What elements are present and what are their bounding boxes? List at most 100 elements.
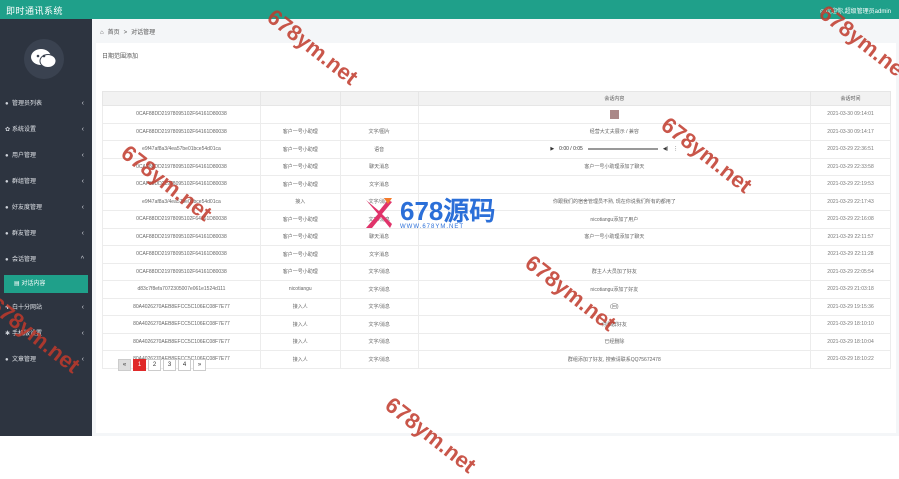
table-cell: 2021-03-29 22:11:57 [810,227,891,246]
pagination-page-button[interactable]: 1 [133,359,146,371]
pagination-page-button[interactable]: 3 [163,359,176,371]
table-row[interactable]: 80A4026270AEB8EFCC5C106EC08F7E77接入人文字/消息… [102,332,891,351]
table-row[interactable]: 0CAF88DD21978095102F64161D80038 2021-03-3… [102,105,891,124]
table-row[interactable]: 0CAF88DD21978095102F64161D80038 客户一号小助理 聊天… [102,227,891,246]
table-cell: 80A4026270AEB8EFCC5C106EC08F7E77 [102,315,261,334]
table-row[interactable]: 0CAF88DD21978095102F64161D80038 客户一号小助理 文字… [102,262,891,281]
table-cell: 2021-03-29 18:10:10 [810,315,891,334]
table-cell: 2021-03-29 22:05:54 [810,262,891,281]
table-cell: 2021-03-29 22:36:51 [810,140,891,159]
filter-label: 日期范围添加 [102,54,139,60]
table-cell: 群主人大员加了好友 [417,262,812,281]
sidebar-item[interactable]: ✿ 系统设置 ‹ [0,117,92,143]
table-cell: 2021-03-29 18:10:04 [810,332,891,351]
column-header: 会话时间 [810,91,891,106]
table-cell: 客户一号小助理 [259,140,341,159]
content-panel: 日期范围添加 会话内容 会话时间 0CAF88DD21978095102F6416… [96,43,896,433]
table-row[interactable]: 0CAF88DD21978095102F64161D80038 客户一号小助理 文字… [102,245,891,264]
message-image-thumbnail [417,105,812,124]
table-cell: 经营大丈夫展示 / 兼容 [417,122,812,141]
table-cell: d83c7f8efa7072305007e061e1524d111 [102,280,261,299]
table-cell: 文字/消息 [339,332,419,351]
more-icon[interactable]: ⋮ [673,146,678,152]
volume-icon[interactable]: ◀) [663,146,669,152]
audio-player[interactable]: ▶ 0:00 / 0:05 ◀) ⋮ [550,146,678,152]
table-row[interactable]: e9f47af8a3/4ea57be01bce54d01ca 客户一号小助理 语音 ▶… [102,140,891,159]
sidebar-item[interactable]: ● 管理员列表 ‹ [0,91,92,117]
sidebar: ● 管理员列表 ‹ ✿ 系统设置 ‹ ● 用户管理 ‹ ● 群组管理 ‹ ● 好友度管理 ‹ ● 群友管理 ‹ ● 会… [0,19,92,436]
table-cell: 群组添加了好友, 搜索请联系QQ75672478 [417,350,812,369]
table-row[interactable]: d83c7f8efa7072305007e061e1524d111 nicotia… [102,280,891,299]
chevron-icon: ‹ [81,304,84,311]
sidebar-item[interactable]: ● 群友管理 ‹ [0,221,92,247]
table-cell: 已经删除 [417,332,812,351]
table-row[interactable]: 0CAF88DD21978095102F64161D80038 客户一号小助理 文字… [102,122,891,141]
column-header [259,91,341,106]
chevron-icon: ‹ [81,152,84,159]
table-cell: e9f47af8a3/4ea57be01bce54d01ca [102,140,261,159]
table-cell: 客户一号小助理添加了聊天 [417,227,812,246]
play-icon[interactable]: ▶ [550,146,554,152]
sidebar-item[interactable]: ✱ 手机版设置 ‹ [0,321,92,347]
chevron-icon: ‹ [81,204,84,211]
table-cell: 2021-03-29 21:03:18 [810,280,891,299]
chat-icon: ● [5,257,9,263]
table-cell: 0CAF88DD21978095102F64161D80038 [102,262,261,281]
table-cell: 文字/消息 [339,210,419,229]
table-cell: 聊天消息 [339,227,419,246]
table-cell: 接入人 [259,315,341,334]
table-cell: 文字消息 [339,245,419,264]
table-cell: 文字/消息 [339,262,419,281]
friends-icon: ● [5,205,9,211]
table-cell: 你跟我们的宿舍管理员不熟, 现在你说我们所有的都用了 [417,192,812,211]
table-row[interactable]: e9f47af8a3/4ea57be01bce54d01ca 接入 文字/消息 你跟我… [102,192,891,211]
chevron-icon: ‹ [81,178,84,185]
breadcrumb-home[interactable]: 首页 [108,30,120,36]
table-cell: 2021-03-29 19:15:36 [810,297,891,316]
table-cell: nicotiangu [259,280,341,299]
sidebar-subitem-active[interactable]: ▤ 对话内容 [4,275,88,293]
audio-progress[interactable] [587,148,658,151]
pagination-prev-button[interactable]: « [118,359,131,371]
table-cell: 语音 [339,140,419,159]
sidebar-item-label: 文章管理 [12,357,37,363]
chevron-icon: ‹ [81,230,84,237]
audio-time: 0:00 / 0:05 [559,146,583,153]
image-thumbnail[interactable] [609,109,619,119]
table-row[interactable]: 0CAF88DD21978095102F64161D80038 客户一号小助理 聊天… [102,157,891,176]
table-row[interactable]: 80A4026270AEB8EFCC5C106EC08F7E77接入人文字/消息… [102,297,891,316]
article-icon: ● [5,357,9,363]
table-cell: 2021-03-30 09:14:01 [810,105,891,124]
table-cell: 2021-03-29 22:11:28 [810,245,891,264]
table-cell: 80A4026270AEB8EFCC5C106EC08F7E77 [102,332,261,351]
table-row[interactable]: 0CAF88DD21978095102F64161D80038 客户一号小助理 文字… [102,175,891,194]
table-cell [339,105,419,124]
sidebar-item[interactable]: ● 群组管理 ‹ [0,169,92,195]
table-cell: 聊天消息 [339,157,419,176]
table-cell: 文字/消息 [339,350,419,369]
audio-player: ▶ 0:00 / 0:05 ◀) ⋮ [417,140,812,159]
sidebar-item[interactable]: ● 好友度管理 ‹ [0,195,92,221]
table-row[interactable]: 80A4026270AEB8EFCC5C106EC08F7E77接入人文字/消息… [102,315,891,334]
chevron-icon: ^ [80,256,84,263]
group-icon: ● [5,179,9,185]
table-row[interactable]: 80A4026270AEB8EFCC5C106EC08F7E77接入人文字/消息… [102,350,891,369]
user-icon: ● [5,101,9,107]
home-icon[interactable]: ⌂ [100,30,104,36]
sidebar-item[interactable]: ● 会话管理 ^ [0,247,92,273]
sidebar-item[interactable]: ● 用户管理 ‹ [0,143,92,169]
pagination-page-button[interactable]: 4 [178,359,191,371]
table-cell: 客户一号小助理 [259,245,341,264]
pagination-page-button[interactable]: 2 [148,359,161,371]
pagination-next-button[interactable]: » [193,359,206,371]
table-cell: 0CAF88DD21978095102F64161D80038 [102,122,261,141]
table-cell: (回) [417,297,812,316]
breadcrumb: ⌂ 首页 > 对话管理 [100,27,159,36]
sidebar-item[interactable]: ● 文章管理 ‹ [0,347,92,373]
sidebar-item-label: 管理员列表 [12,101,43,107]
table-row[interactable]: 0CAF88DD21978095102F64161D80038 客户一号小助理 文字… [102,210,891,229]
sidebar-item[interactable]: ✚ 白十分网站 ‹ [0,295,92,321]
site-icon: ✚ [5,305,11,311]
welcome-text[interactable]: ◎欢迎你,超级管理员admin [820,6,891,15]
table-cell: 文字/消息 [339,315,419,334]
